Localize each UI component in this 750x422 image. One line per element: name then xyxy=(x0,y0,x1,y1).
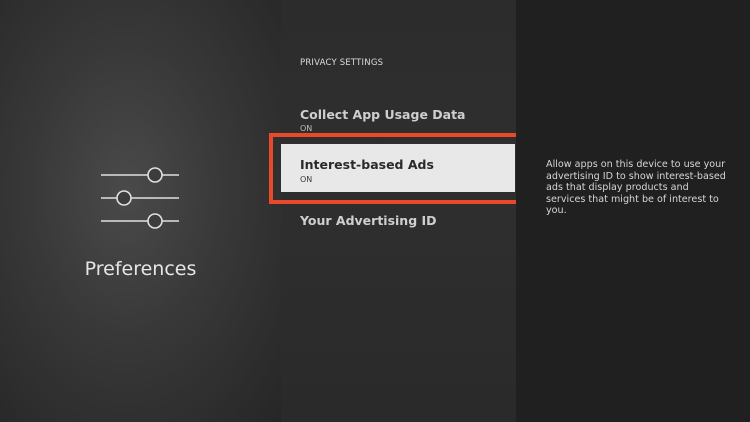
setting-description: Allow apps on this device to use your ad… xyxy=(546,159,726,216)
setting-your-advertising-id[interactable]: Your Advertising ID xyxy=(281,210,516,234)
settings-list-panel: PRIVACY SETTINGS Collect App Usage Data … xyxy=(281,0,516,422)
setting-interest-based-ads[interactable]: Interest-based Ads ON xyxy=(281,144,515,192)
sliders-icon xyxy=(101,167,179,229)
setting-label: Collect App Usage Data xyxy=(300,107,466,122)
setting-collect-app-usage-data[interactable]: Collect App Usage Data ON xyxy=(281,104,516,138)
setting-label: Interest-based Ads xyxy=(300,157,434,172)
description-panel: Allow apps on this device to use your ad… xyxy=(516,0,750,422)
category-title: Preferences xyxy=(84,258,197,280)
section-title: PRIVACY SETTINGS xyxy=(300,58,384,68)
setting-value: ON xyxy=(300,124,313,133)
settings-screen: Preferences PRIVACY SETTINGS Collect App… xyxy=(0,0,750,422)
category-panel: Preferences xyxy=(0,0,281,422)
setting-value: ON xyxy=(300,175,313,184)
setting-label: Your Advertising ID xyxy=(300,213,437,228)
